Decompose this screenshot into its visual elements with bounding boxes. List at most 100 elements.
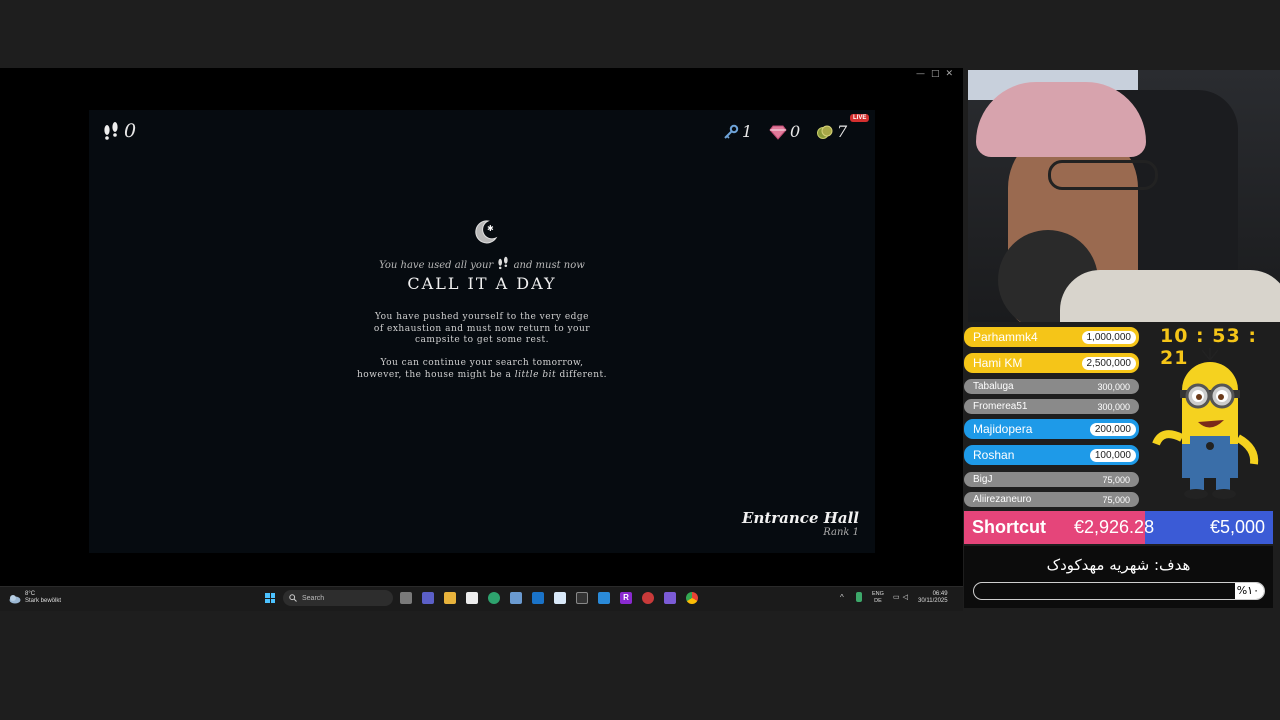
pink-cap (976, 82, 1146, 157)
used-suffix: and must now (513, 260, 585, 271)
snipping-icon[interactable] (554, 592, 566, 604)
discord-icon[interactable] (664, 592, 676, 604)
donor-amount: 75,000 (1102, 494, 1130, 505)
para1-line1: You have pushed yourself to the very edg… (374, 312, 590, 322)
donor-name: Roshan (973, 448, 1015, 462)
used-prefix: You have used all your (379, 260, 494, 271)
para2-emphasis: little bit (514, 369, 557, 380)
donor-name: Majidopera (973, 422, 1033, 436)
donor-row: Roshan 100,000 (964, 445, 1139, 465)
lang-top: ENG (872, 591, 884, 597)
gem-icon (769, 125, 787, 140)
app-icon[interactable] (510, 592, 522, 604)
target-text: هدف: شهریه مهدکودک (1046, 556, 1191, 574)
para1-line3: campsite to get some rest. (415, 335, 549, 345)
vscode-icon[interactable] (598, 592, 610, 604)
gems-counter: 0 (769, 122, 800, 141)
goal-label: Shortcut (972, 517, 1046, 537)
cloud-icon (9, 594, 21, 603)
edge-icon[interactable] (488, 592, 500, 604)
donor-amount: 100,000 (1089, 448, 1136, 462)
chrome-icon[interactable] (686, 592, 698, 604)
target-progress-track (973, 582, 1265, 600)
language-indicator[interactable]: ENG DE (872, 591, 884, 605)
donor-amount: 2,500,000 (1081, 356, 1136, 370)
search-icon (289, 594, 297, 602)
keys-value: 1 (742, 122, 753, 141)
store-icon[interactable] (466, 592, 478, 604)
para2-line2: however, the house might be a little bit… (332, 370, 632, 382)
donor-name: Parhammk4 (973, 330, 1038, 344)
task-view-icon[interactable] (400, 592, 412, 604)
app-red-icon[interactable] (642, 592, 654, 604)
key-icon (724, 124, 739, 139)
goal-target: €5,000 (1209, 517, 1265, 537)
minimize-icon[interactable]: — (916, 69, 931, 79)
teams-icon[interactable] (422, 592, 434, 604)
tray-app-icon[interactable] (856, 592, 862, 602)
para1-line2: of exhaustion and must now return to you… (373, 323, 591, 334)
gems-value: 0 (790, 122, 801, 141)
donor-row: Fromerea51 300,000 (964, 399, 1139, 414)
shirt (1060, 270, 1280, 322)
webcam-feed (968, 70, 1280, 322)
donor-row: Parhammk4 1,000,000 (964, 327, 1139, 347)
keys-counter: 1 (723, 122, 752, 141)
donor-amount: 300,000 (1097, 401, 1130, 412)
donor-name: Hami KM (973, 356, 1023, 370)
paragraph-rest: You have pushed yourself to the very edg… (332, 312, 632, 347)
search-placeholder: Search (302, 594, 325, 602)
outlook-icon[interactable] (532, 592, 544, 604)
donor-name: BigJ (973, 474, 993, 485)
goal-current: €2,926.28 (1074, 517, 1155, 537)
used-line: You have used all your and must now (332, 256, 632, 271)
donor-row: Tabaluga 300,000 (964, 379, 1139, 394)
glasses (1048, 160, 1158, 190)
live-badge: LIVE (850, 114, 870, 122)
footprints-icon (104, 122, 118, 140)
steps-value: 0 (124, 120, 137, 142)
weather-widget[interactable]: 8°C Stark bewölkt (8, 591, 61, 605)
clock-time: 06:49 (932, 591, 948, 597)
donor-name: Tabaluga (973, 381, 1014, 392)
donor-amount: 300,000 (1097, 381, 1130, 392)
game-screen[interactable]: 0 1 0 7 LIVE ✱ You have used all your an… (89, 110, 875, 553)
target-percent: %۱۰ (1236, 584, 1259, 597)
close-icon[interactable]: ✕ (945, 69, 959, 79)
donor-row: Aliirezaneuro 75,000 (964, 492, 1139, 507)
weather-temp: 8°C (25, 591, 36, 597)
donor-amount: 1,000,000 (1081, 330, 1136, 344)
coins-counter: 7 (816, 122, 847, 141)
minion-mascot (1152, 348, 1259, 499)
donor-name: Fromerea51 (973, 401, 1028, 412)
moon-icon: ✱ (475, 220, 498, 244)
room-rank: Rank 1 (823, 527, 859, 538)
donor-name: Aliirezaneuro (973, 494, 1032, 505)
window-controls[interactable]: —□✕ (916, 69, 959, 79)
svg-text:✱: ✱ (487, 224, 494, 233)
tray-overflow-icon[interactable]: ^ (840, 593, 844, 602)
file-explorer-icon[interactable] (444, 592, 456, 604)
taskbar-search[interactable]: Search (283, 590, 393, 606)
donor-amount: 75,000 (1102, 474, 1130, 485)
lang-bottom: DE (874, 598, 882, 604)
maximize-icon[interactable]: □ (931, 69, 946, 79)
coins-icon (817, 125, 833, 139)
donor-amount: 200,000 (1089, 422, 1136, 436)
para2-text-b: different. (559, 369, 607, 380)
terminal-icon[interactable] (576, 592, 588, 604)
network-volume-icons[interactable]: ▭◁ (893, 593, 911, 601)
para2-line1: You can continue your search tomorrow, (380, 358, 584, 368)
room-name: Entrance Hall (742, 509, 859, 527)
start-icon[interactable] (265, 593, 275, 603)
donor-row: Hami KM 2,500,000 (964, 353, 1139, 373)
donation-goal-bar: Shortcut €2,926.28 €5,000 (964, 511, 1273, 544)
para2-text-a: however, the house might be a (357, 369, 512, 380)
taskbar: 8°C Stark bewölkt Search R ^ ENG DE ▭◁ 0… (0, 586, 963, 611)
footprints-inline-icon (498, 256, 508, 270)
rider-icon[interactable]: R (620, 592, 632, 604)
target-panel: هدف: شهریه مهدکودک %۱۰ (964, 546, 1273, 608)
coins-value: 7 (837, 122, 848, 141)
clock[interactable]: 06:49 30/11/2025 (918, 591, 948, 605)
game-window: —□✕ 0 1 0 7 LIVE ✱ You have used all you… (0, 68, 963, 610)
